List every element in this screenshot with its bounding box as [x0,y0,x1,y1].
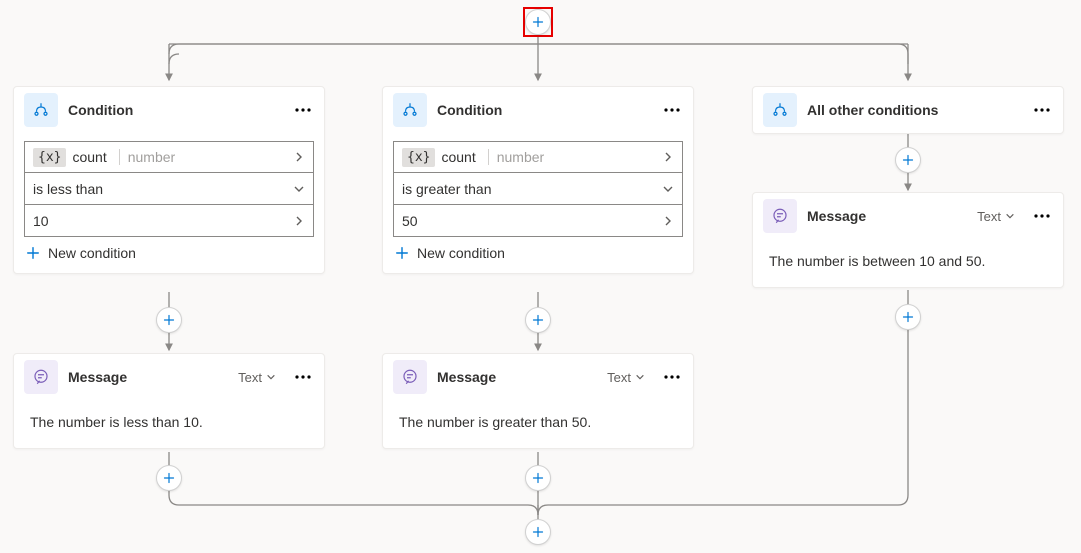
condition-card-2: Condition {x}countnumber is greater than… [382,86,694,274]
add-step-top[interactable] [525,9,551,35]
message-1-more[interactable] [292,375,314,379]
branch-icon [763,93,797,127]
condition-3-more[interactable] [1031,108,1053,112]
message-3-body[interactable]: The number is between 10 and 50. [753,239,1063,287]
message-card-1: Message Text The number is less than 10. [13,353,325,449]
condition-2-value[interactable]: 50 [393,205,683,237]
chevron-down-icon [285,183,313,195]
message-1-body[interactable]: The number is less than 10. [14,400,324,448]
chevron-right-icon [654,215,682,227]
message-title: Message [68,369,228,385]
message-2-more[interactable] [661,375,683,379]
message-2-mode[interactable]: Text [607,370,645,385]
branch-icon [393,93,427,127]
message-icon [763,199,797,233]
chevron-down-icon [654,183,682,195]
message-3-more[interactable] [1031,214,1053,218]
add-step-branch-2b[interactable] [525,465,551,491]
add-condition-2[interactable]: New condition [393,237,683,263]
condition-card-3: All other conditions [752,86,1064,134]
message-1-mode[interactable]: Text [238,370,276,385]
message-title: Message [807,208,967,224]
condition-title: All other conditions [807,102,1021,118]
condition-1-variable[interactable]: {x}countnumber [24,141,314,173]
branch-icon [24,93,58,127]
add-step-branch-3b[interactable] [895,304,921,330]
add-step-branch-3a[interactable] [895,147,921,173]
add-step-branch-1b[interactable] [156,465,182,491]
condition-title: Condition [68,102,282,118]
condition-2-more[interactable] [661,108,683,112]
message-title: Message [437,369,597,385]
add-condition-1[interactable]: New condition [24,237,314,263]
message-icon [393,360,427,394]
chevron-right-icon [285,151,313,163]
message-card-2: Message Text The number is greater than … [382,353,694,449]
condition-2-operator[interactable]: is greater than [393,173,683,205]
message-2-body[interactable]: The number is greater than 50. [383,400,693,448]
message-icon [24,360,58,394]
condition-card-1: Condition {x}countnumber is less than 10… [13,86,325,274]
add-step-branch-1a[interactable] [156,307,182,333]
add-step-merge[interactable] [525,519,551,545]
condition-title: Condition [437,102,651,118]
chevron-right-icon [285,215,313,227]
condition-1-more[interactable] [292,108,314,112]
chevron-right-icon [654,151,682,163]
condition-2-variable[interactable]: {x}countnumber [393,141,683,173]
condition-1-operator[interactable]: is less than [24,173,314,205]
message-card-3: Message Text The number is between 10 an… [752,192,1064,288]
condition-1-value[interactable]: 10 [24,205,314,237]
add-step-branch-2a[interactable] [525,307,551,333]
message-3-mode[interactable]: Text [977,209,1015,224]
